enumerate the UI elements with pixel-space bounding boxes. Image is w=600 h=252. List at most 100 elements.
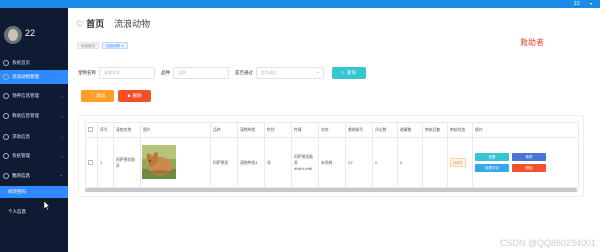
tab-stray-animals[interactable]: 流浪动物 ×: [102, 42, 129, 49]
heart-outline-icon: ♡: [76, 19, 85, 29]
cell-status: 未领养: [318, 137, 346, 188]
chevron-right-icon: ›: [61, 74, 63, 80]
chevron-right-icon: ›: [61, 134, 63, 140]
search-button[interactable]: ⌕ 查询: [332, 67, 366, 79]
sidebar-item-label: 我的信息: [12, 174, 30, 179]
sidebar-subitem-label: 个人信息: [8, 210, 26, 215]
column-header[interactable]: 审核回复: [422, 122, 448, 138]
breed-input[interactable]: 品种: [173, 67, 229, 79]
avatar[interactable]: [4, 26, 22, 44]
column-header[interactable]: 序号: [97, 122, 114, 138]
column-header[interactable]: 图片: [140, 122, 211, 138]
column-header[interactable]: 评论数: [372, 122, 398, 138]
column-header[interactable]: 宠物名称: [113, 122, 141, 138]
sidebar-item-stray-animals[interactable]: 流浪动物管理 ›: [0, 70, 68, 84]
column-header[interactable]: 性情: [291, 122, 319, 138]
search-button-label: 查询: [346, 71, 356, 76]
chevron-down-icon[interactable]: ▾: [590, 0, 592, 8]
cell-species: 宠物种类4: [237, 137, 265, 188]
cell-ops: 查看 修改 查看评论 删除: [472, 137, 579, 188]
search-bar: 宠物名称 宠物名称 品种 品种 是否通过 是否通过 ⌕查询: [78, 67, 366, 79]
tab-tags: 系统首页 流浪动物 ×: [77, 42, 129, 49]
select-all-cell: [85, 122, 98, 138]
cell-temper: 阿萨德发鼓弄dfdfd,dfdf: [291, 137, 319, 188]
sidebar-subitem-change-password[interactable]: 修改密码: [0, 186, 68, 198]
row-delete-button[interactable]: 删除: [512, 164, 546, 172]
column-header[interactable]: 收藏数: [397, 122, 423, 138]
pet-photo[interactable]: [142, 145, 176, 179]
sidebar-item-label: 流浪动物管理: [12, 75, 39, 80]
paw-icon: [3, 74, 9, 80]
edit-button-label: 修改: [525, 154, 533, 159]
settings-icon: [3, 153, 9, 159]
delete-button-label: 删除: [132, 94, 142, 99]
column-header[interactable]: 状态: [318, 122, 346, 138]
view-comments-button-label: 查看评论: [485, 165, 499, 170]
home-icon: [3, 60, 9, 66]
rescue-icon: [3, 113, 9, 119]
search-icon: ⌕: [342, 71, 345, 76]
trash-icon: ▪: [127, 93, 131, 99]
row-actions: 查看 修改 查看评论 删除: [475, 153, 576, 172]
sidebar-item-label: 领养信息管理: [12, 94, 39, 99]
sidebar-item-rescue[interactable]: 救助信息管理 ›: [0, 109, 68, 123]
select-all-checkbox[interactable]: [88, 127, 93, 132]
breadcrumb-current: 流浪动物: [114, 19, 151, 29]
sidebar-item-home[interactable]: 系统首页: [0, 56, 68, 70]
view-comments-button[interactable]: 查看评论: [475, 164, 509, 172]
horizontal-scrollbar[interactable]: [85, 188, 579, 192]
sidebar-item-help[interactable]: 求助信息 ›: [0, 130, 68, 144]
add-button[interactable]: ♡ 添加: [81, 90, 114, 102]
help-icon: [3, 134, 9, 140]
cell-image: [140, 137, 211, 188]
sidebar-item-adoption[interactable]: 领养信息管理 ›: [0, 89, 68, 103]
cell-breed: 阿萨德发: [210, 137, 238, 188]
main-content: ♡ 首页 流浪动物 系统首页 流浪动物 × 救助者 宠物名称 宠物名称 品种 品种 …: [68, 8, 600, 252]
breadcrumb-home[interactable]: 首页: [86, 19, 104, 29]
sidebar-item-system[interactable]: 系统管理 ›: [0, 149, 68, 163]
chevron-down-icon: ⌃: [59, 173, 63, 179]
column-header[interactable]: 性别: [264, 122, 292, 138]
table-header-row: 序号 宠物名称 图片 品种 宠物种类 性别 性情 状态 救助账号 评论数 收藏数…: [85, 122, 579, 138]
pet-name-input[interactable]: 宠物名称: [99, 67, 155, 79]
view-button[interactable]: 查看: [475, 153, 509, 161]
passed-select[interactable]: 是否通过: [256, 67, 324, 79]
breed-label: 品种: [161, 71, 170, 76]
data-table: 序号 宠物名称 图片 品种 宠物种类 性别 性情 状态 救助账号 评论数 收藏数…: [85, 122, 579, 188]
sidebar-subitem-personal-info[interactable]: 个人信息: [0, 206, 68, 218]
top-bar: 22 ▾: [0, 0, 600, 8]
sidebar-item-my-info[interactable]: 我的信息 ⌃: [0, 169, 68, 183]
cell-gender: 母: [264, 137, 292, 188]
row-select-cell: [85, 137, 98, 188]
table-row: 1 阿萨德发鼓弄 阿萨德发 宠物种类4 母 阿萨德发鼓弄dfdfd,dfdf 未…: [85, 137, 579, 188]
sidebar-item-label: 系统管理: [12, 154, 30, 159]
edit-button[interactable]: 修改: [512, 153, 546, 161]
watermark: CSDN @QQ860234001: [499, 238, 596, 248]
cell-favorites: 0: [397, 137, 423, 188]
cell-review-status: 待审核: [447, 137, 473, 188]
column-header: 操作: [472, 122, 579, 138]
sidebar-item-label: 系统首页: [12, 61, 30, 66]
column-header[interactable]: 审核状态: [447, 122, 473, 138]
chevron-right-icon: ›: [61, 113, 63, 119]
row-checkbox[interactable]: [88, 159, 93, 165]
heart-icon: ♡: [89, 93, 95, 99]
table-card: 序号 宠物名称 图片 品种 宠物种类 性别 性情 状态 救助账号 评论数 收藏数…: [78, 115, 584, 197]
sidebar: 22 系统首页 流浪动物管理 › 领养信息管理 › 救助信息管理 › 求助信息 …: [0, 8, 68, 252]
heart-icon: [3, 93, 9, 99]
sidebar-subitem-label: 修改密码: [8, 190, 26, 195]
role-label: 救助者: [520, 38, 544, 47]
column-header[interactable]: 品种: [210, 122, 238, 138]
scrollbar-thumb[interactable]: [85, 188, 577, 192]
pet-name-label: 宠物名称: [78, 71, 96, 76]
chevron-right-icon: ›: [61, 93, 63, 99]
cell-comments: 0: [372, 137, 398, 188]
column-header[interactable]: 宠物种类: [237, 122, 265, 138]
user-icon: [3, 173, 9, 179]
topbar-username[interactable]: 22: [574, 0, 580, 8]
column-header[interactable]: 救助账号: [345, 122, 373, 138]
sidebar-item-label: 求助信息: [12, 135, 30, 140]
cell-account: 22: [345, 137, 373, 188]
tab-home[interactable]: 系统首页: [77, 42, 99, 49]
delete-button[interactable]: ▪ 删除: [118, 90, 151, 102]
